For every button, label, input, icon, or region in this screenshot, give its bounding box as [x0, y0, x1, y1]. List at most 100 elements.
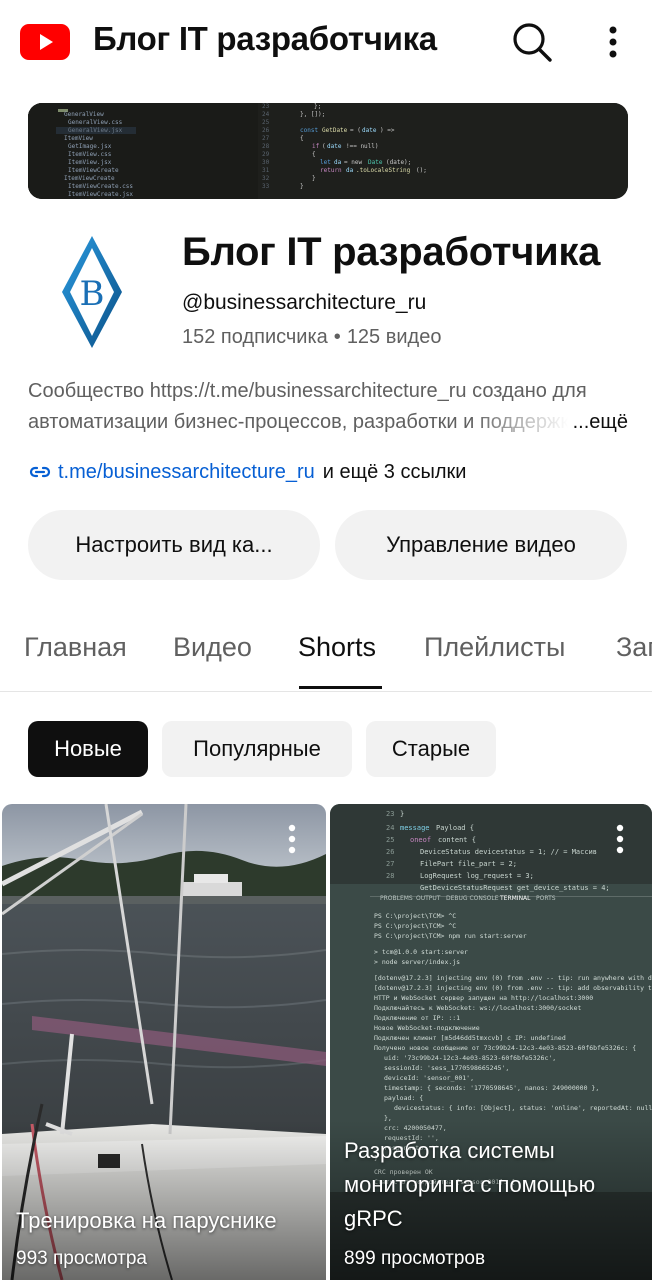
- svg-text:content {: content {: [438, 836, 476, 844]
- more-vertical-icon[interactable]: [280, 822, 304, 858]
- svg-text:[dotenv@17.2.3] injecting env: [dotenv@17.2.3] injecting env (0) from .…: [374, 974, 652, 982]
- svg-text:27: 27: [386, 860, 394, 868]
- separator-dot: •: [333, 326, 341, 348]
- svg-text:Подключение от IP: ::1: Подключение от IP: ::1: [374, 1014, 460, 1022]
- svg-text:OUTPUT: OUTPUT: [416, 895, 441, 902]
- svg-text:24: 24: [262, 111, 270, 118]
- svg-text:> node server/index.js: > node server/index.js: [374, 958, 460, 966]
- channel-link[interactable]: t.me/businessarchitecture_ru: [58, 461, 315, 484]
- youtube-logo-icon[interactable]: [20, 24, 70, 60]
- short-views: 899 просмотров: [344, 1248, 486, 1269]
- filter-chip-new[interactable]: Новые: [28, 721, 148, 777]
- short-video-card[interactable]: Тренировка на паруснике 993 просмотра: [2, 804, 326, 1280]
- tab-playlists[interactable]: Плейлисты: [424, 632, 565, 663]
- svg-text:26: 26: [386, 848, 394, 856]
- svg-text:GetDeviceStatusRequest get_dev: GetDeviceStatusRequest get_device_status…: [420, 884, 610, 892]
- more-vertical-icon[interactable]: [608, 822, 632, 858]
- short-views: 993 просмотра: [16, 1248, 147, 1269]
- channel-banner: GeneralView GeneralView.css GeneralView.…: [28, 103, 628, 199]
- tab-shorts[interactable]: Shorts: [298, 632, 376, 663]
- page-title: Блог IT разработчика: [93, 20, 437, 57]
- svg-text:HTTP и WebSocket сервер запуще: HTTP и WebSocket сервер запущен на http:…: [374, 994, 593, 1002]
- svg-text:) =>: ) =>: [380, 127, 395, 134]
- svg-text:PORTS: PORTS: [536, 895, 556, 902]
- channel-handle: @businessarchitecture_ru: [182, 291, 427, 314]
- svg-text:(: (: [322, 143, 326, 150]
- channel-links[interactable]: t.me/businessarchitecture_ru и ещё 3 ссы…: [28, 460, 466, 484]
- svg-text:}, []);: }, []);: [300, 111, 325, 118]
- tab-videos[interactable]: Видео: [173, 632, 252, 663]
- svg-text:= (: = (: [350, 127, 361, 134]
- svg-text:GetDate: GetDate: [322, 127, 348, 134]
- svg-text:ItemViewCreate: ItemViewCreate: [68, 167, 119, 174]
- short-title-line: Разработка системы: [344, 1138, 555, 1163]
- svg-text:25: 25: [386, 836, 394, 844]
- search-icon[interactable]: [510, 20, 554, 64]
- svg-text:28: 28: [262, 143, 270, 150]
- svg-text:(date);: (date);: [386, 159, 411, 166]
- svg-text:timestamp: { seconds: '1770598: timestamp: { seconds: '1770598645', nano…: [384, 1084, 599, 1092]
- short-title: Разработка системы мониторинга с помощью…: [344, 1134, 595, 1236]
- svg-text:();: ();: [416, 167, 427, 174]
- svg-text:25: 25: [262, 119, 270, 126]
- svg-text:ItemView.css: ItemView.css: [68, 151, 112, 158]
- svg-text:GeneralView: GeneralView: [64, 111, 104, 118]
- filter-chip-popular[interactable]: Популярные: [162, 721, 352, 777]
- channel-name: Блог IT разработчика: [182, 230, 601, 274]
- short-video-card[interactable]: 23} 24 message Payload { 25 oneof content { …: [330, 804, 652, 1280]
- svg-text:PROBLEMS: PROBLEMS: [380, 895, 413, 902]
- svg-text:da: da: [334, 159, 342, 166]
- svg-text:deviceId: 'sensor_001',: deviceId: 'sensor_001',: [384, 1074, 474, 1082]
- svg-text:33: 33: [262, 183, 270, 190]
- description-text: автоматизации бизнес-процессов, разработ…: [28, 411, 568, 433]
- customize-channel-button[interactable]: Настроить вид ка...: [28, 510, 320, 580]
- svg-text:Date: Date: [368, 159, 383, 166]
- svg-text:}: }: [400, 810, 404, 818]
- tab-posts[interactable]: Записи: [616, 632, 652, 663]
- svg-text:.toLocaleString: .toLocaleString: [356, 167, 411, 174]
- short-title-line: мониторинга с помощью: [344, 1172, 596, 1197]
- svg-text:FilePart file_part = 2;: FilePart file_part = 2;: [420, 860, 517, 868]
- svg-text:LogRequest log_request = 3;: LogRequest log_request = 3;: [420, 872, 534, 880]
- description-line: Сообщество https://t.me/businessarchitec…: [28, 380, 587, 402]
- svg-text:return: return: [320, 167, 342, 174]
- svg-text:ItemViewCreate: ItemViewCreate: [64, 175, 115, 182]
- svg-text:date: date: [362, 127, 377, 134]
- tab-home[interactable]: Главная: [24, 632, 127, 663]
- svg-text:TERMINAL: TERMINAL: [499, 895, 531, 902]
- svg-text:GetImage.jsx: GetImage.jsx: [68, 143, 112, 150]
- svg-text:PS C:\project\ТСМ> ^C: PS C:\project\ТСМ> ^C: [374, 912, 456, 920]
- svg-text:};: };: [314, 103, 321, 110]
- svg-text:const: const: [300, 127, 318, 134]
- channel-avatar[interactable]: B: [28, 226, 156, 354]
- svg-text:PS C:\project\ТСМ> ^C: PS C:\project\ТСМ> ^C: [374, 922, 456, 930]
- svg-text:ItemViewCreate.jsx: ItemViewCreate.jsx: [68, 191, 133, 198]
- svg-text:ItemView.jsx: ItemView.jsx: [68, 159, 112, 166]
- top-app-bar: Блог IT разработчика: [0, 0, 652, 84]
- svg-text:ItemViewCreate.css: ItemViewCreate.css: [68, 183, 133, 190]
- description-more-link[interactable]: ...ещё: [573, 407, 628, 438]
- manage-videos-button[interactable]: Управление видео: [335, 510, 627, 580]
- svg-text:{: {: [300, 135, 304, 142]
- svg-text:ItemView: ItemView: [64, 135, 93, 142]
- subscriber-count: 152 подписчика: [182, 326, 328, 348]
- svg-text:}: }: [300, 183, 304, 190]
- svg-text:Получено новое сообщение от 73: Получено новое сообщение от 73c99b24-12c…: [374, 1044, 636, 1052]
- svg-text:23: 23: [262, 103, 270, 110]
- short-title: Тренировка на паруснике: [16, 1208, 277, 1233]
- svg-text:DEBUG CONSOLE: DEBUG CONSOLE: [446, 895, 499, 902]
- svg-text:payload: {: payload: {: [384, 1094, 423, 1102]
- short-title-line: gRPC: [344, 1206, 403, 1231]
- svg-text:31: 31: [262, 167, 270, 174]
- svg-text:24: 24: [386, 824, 394, 832]
- more-links[interactable]: и ещё 3 ссылки: [323, 461, 467, 484]
- svg-text:Payload {: Payload {: [436, 824, 474, 832]
- svg-text:26: 26: [262, 127, 270, 134]
- channel-description[interactable]: Сообщество https://t.me/businessarchitec…: [28, 376, 628, 448]
- svg-text:= new: = new: [344, 159, 362, 166]
- svg-text:GeneralView.css: GeneralView.css: [68, 119, 123, 126]
- more-vertical-icon[interactable]: [598, 22, 628, 62]
- filter-chip-old[interactable]: Старые: [366, 721, 496, 777]
- channel-tabs: Главная Видео Shorts Плейлисты Записи: [0, 612, 652, 692]
- svg-text:devicestatus: { info: [Object]: devicestatus: { info: [Object], status: …: [394, 1104, 652, 1112]
